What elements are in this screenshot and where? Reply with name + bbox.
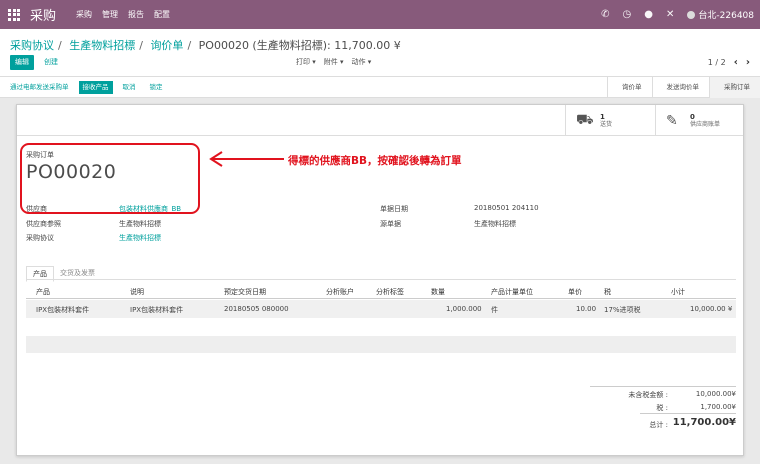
control-panel: 采购协议 / 生產物料招標 / 询价单 / PO00020 (生產物料招標): 11,… [0,29,760,77]
vendor-ref-field[interactable]: 生產物料招標 [119,219,161,229]
total-amount-value: 11,700.00¥ [672,417,736,428]
breadcrumb-item-agreements[interactable]: 采购协议 [10,39,54,52]
app-title: 采购 [30,9,57,24]
send-po-email-button[interactable]: 通过电邮发送采购单 [6,81,73,94]
breadcrumb-item-tender[interactable]: 生產物料招標 [69,39,135,52]
col-uom: 产品计量单位 [491,288,533,296]
shipment-count: 1 [600,112,605,121]
tax-amount-value: 1,700.00¥ [700,403,736,411]
cell-taxes: 17%进项税 [604,306,641,314]
totals-divider [590,386,736,387]
total-amount-label: 总计 : [649,421,668,429]
action-dropdown[interactable]: 动作 ▾ [352,55,372,70]
avatar [687,11,696,19]
sidebar-actions: 打印 ▾ 附件 ▾ 动作 ▾ [296,55,371,70]
agreement-label: 采购协议 [26,234,54,242]
status-stages: 询价单 发送询价单 采购订单 [607,77,760,98]
col-product: 产品 [36,288,50,296]
menu-item-purchase[interactable]: 采购 [76,9,92,20]
apps-grid-icon[interactable] [8,8,20,21]
vendor-bills-smart-button[interactable]: ✎ 0 供应商账单 [655,105,745,136]
activity-clock-icon[interactable]: ◷ [623,9,632,20]
receive-products-button[interactable]: 接收产品 [78,80,113,94]
company-name: 台北-226408 [698,11,754,21]
col-analytic-account: 分析账户 [326,288,354,296]
cell-description: IPX包裝材料套件 [130,306,184,314]
pager: 1 / 2 ‹ › [708,55,750,70]
order-lines-header: 产品 说明 预定交货日期 分析账户 分析标签 数量 产品计量单位 单价 税 小计 [26,284,736,299]
col-description: 说明 [130,288,144,296]
edit-button[interactable]: 编辑 [10,55,34,70]
col-unit-price: 单价 [568,288,582,296]
untaxed-amount-label: 未含税金额 : [628,391,668,399]
menu-item-config[interactable]: 配置 [154,9,170,20]
truck-icon: ⛟ [576,111,594,128]
menu-item-report[interactable]: 报告 [128,9,144,20]
cell-subtotal: 10,000.00 ¥ [690,305,733,313]
shipment-label: 送货 [600,120,613,128]
col-subtotal: 小计 [671,288,685,296]
table-footer [26,336,736,353]
stage-rfq-sent[interactable]: 发送询价单 [651,77,710,98]
top-navbar: 采购 采购 管理 报告 配置 ✆ ◷ ● ✕ 台北-226408 [0,0,760,29]
cell-scheduled-date: 20180505 080000 [224,305,289,313]
table-row[interactable]: IPX包裝材料套件 IPX包裝材料套件 20180505 080000 1,00… [26,300,736,318]
breadcrumb-current: PO00020 (生產物料招標): 11,700.00 ¥ [198,39,401,52]
print-dropdown[interactable]: 打印 ▾ [296,55,316,70]
breadcrumb-item-rfq[interactable]: 询价单 [150,39,183,52]
pager-next-icon[interactable]: › [746,55,750,70]
col-taxes: 税 [604,288,611,296]
lock-button[interactable]: 锁定 [146,81,167,94]
systray: ✆ ◷ ● ✕ 台北-226408 [601,0,754,29]
col-analytic-tags: 分析标签 [376,288,404,296]
pager-previous-icon[interactable]: ‹ [734,55,738,70]
vendor-ref-label: 供应商参照 [26,220,61,228]
agreement-field[interactable]: 生產物料招標 [119,233,161,243]
tab-divider [26,279,736,280]
edit-pencil-icon: ✎ [666,112,678,129]
stage-purchase-order[interactable]: 采购订单 [709,77,760,98]
annotation-text: 得標的供應商BB，按確認後轉為訂單 [288,155,462,167]
create-button[interactable]: 创建 [44,55,58,70]
cell-uom: 件 [491,306,498,314]
menu-item-manage[interactable]: 管理 [102,9,118,20]
order-date-label: 单据日期 [380,205,408,213]
chat-bubble-icon[interactable]: ● [644,9,653,20]
debug-tools-icon[interactable]: ✕ [666,9,674,20]
shipment-smart-button[interactable]: ⛟ 1 送货 [565,105,645,136]
annotation-highlight-box [20,143,200,214]
cell-product: IPX包裝材料套件 [36,306,90,314]
cancel-button[interactable]: 取消 [119,81,140,94]
source-document-label: 源单据 [380,220,401,228]
stage-rfq[interactable]: 询价单 [607,77,652,98]
cell-unit-price: 10.00 [576,305,597,313]
bill-label: 供应商账单 [690,120,721,128]
attachment-dropdown[interactable]: 附件 ▾ [324,55,344,70]
top-menu: 采购 管理 报告 配置 [76,9,170,20]
pager-value[interactable]: 1 / 2 [708,55,726,70]
order-date-field[interactable]: 20180501 204110 [474,204,539,212]
tax-amount-label: 税 : [656,404,668,412]
cell-quantity: 1,000.000 [446,305,482,313]
col-quantity: 数量 [431,288,445,296]
phone-icon[interactable]: ✆ [601,9,609,20]
bill-count: 0 [690,112,695,121]
annotation-arrow-icon [209,151,284,167]
user-menu[interactable]: 台北-226408 [687,8,754,21]
status-bar: 通过电邮发送采购单 接收产品 取消 锁定 询价单 发送询价单 采购订单 [0,77,760,98]
total-divider [640,413,736,414]
untaxed-amount-value: 10,000.00¥ [695,390,736,398]
smart-buttons-bar: ⛟ 1 送货 ✎ 0 供应商账单 [17,105,743,136]
source-document-field[interactable]: 生產物料招標 [474,219,516,229]
breadcrumb: 采购协议 / 生產物料招標 / 询价单 / PO00020 (生產物料招標): 11,… [10,39,401,52]
col-scheduled-date: 预定交货日期 [224,288,266,296]
